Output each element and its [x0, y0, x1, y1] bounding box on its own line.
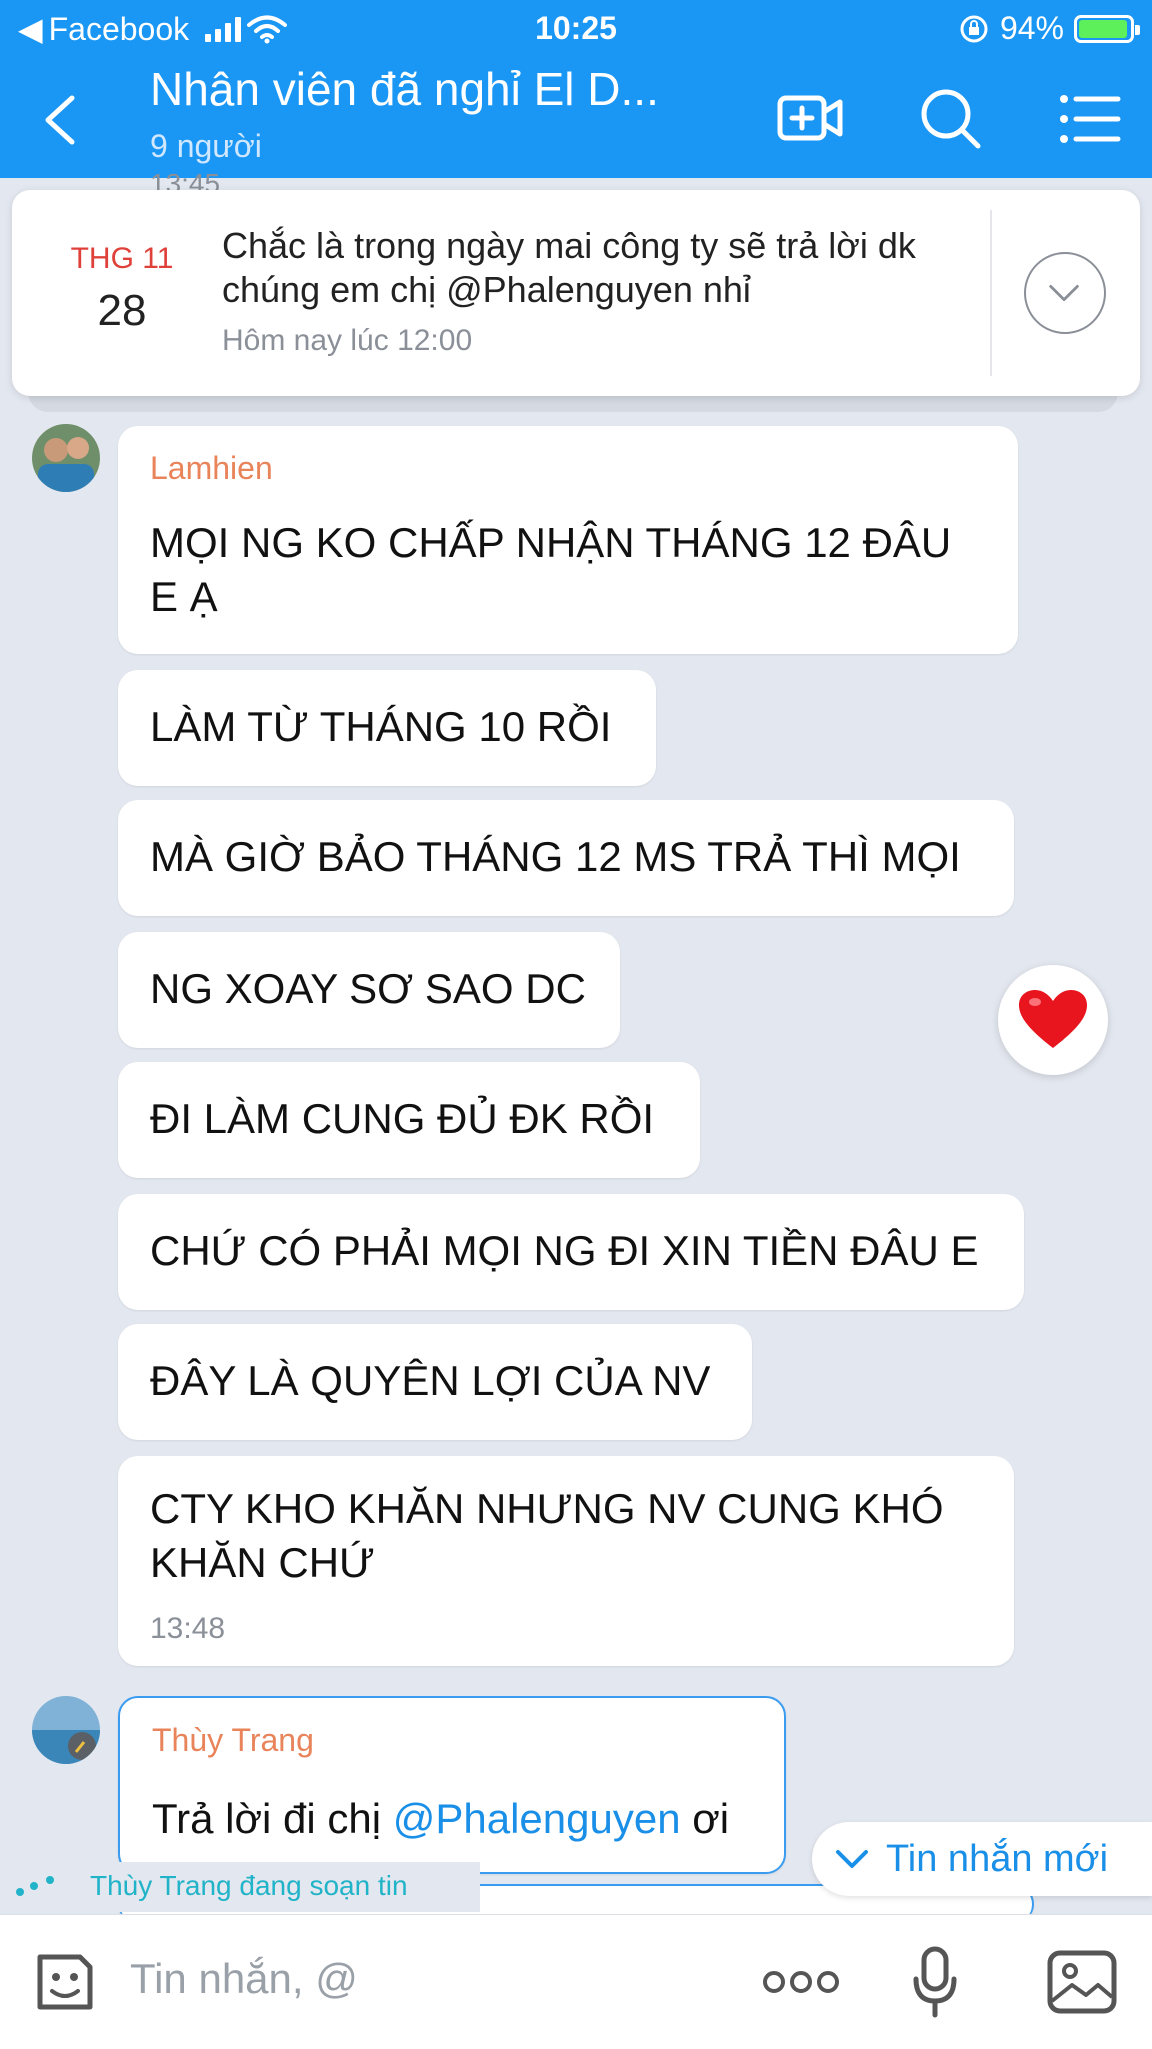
- message-text: ĐI LÀM CUNG ĐỦ ĐK RỒI: [150, 1095, 655, 1142]
- member-count[interactable]: 9 người: [150, 128, 262, 165]
- mention-link[interactable]: @Phalenguyen: [393, 1795, 681, 1842]
- heart-reaction-button[interactable]: [998, 965, 1108, 1075]
- rotation-lock-icon: [960, 15, 988, 42]
- status-bar: ◀ Facebook 10:25 94%: [0, 0, 1152, 56]
- message-text: CHỨ CÓ PHẢI MỌI NG ĐI XIN TIỀN ĐÂU E: [150, 1227, 979, 1274]
- avatar-lamhien[interactable]: [32, 424, 100, 492]
- typing-dots-icon: [16, 1876, 54, 1896]
- avatar-photo-icon: [32, 424, 100, 492]
- message-bubble[interactable]: MÀ GIỜ BẢO THÁNG 12 MS TRẢ THÌ MỌI: [118, 800, 1014, 916]
- microphone-icon[interactable]: [910, 1945, 960, 2021]
- new-messages-button[interactable]: Tin nhắn mới: [812, 1822, 1152, 1896]
- status-right: 94%: [958, 10, 1140, 47]
- new-messages-label: Tin nhắn mới: [886, 1837, 1109, 1880]
- message-bubble[interactable]: NG XOAY SƠ SAO DC: [118, 932, 620, 1048]
- message-text: NG XOAY SƠ SAO DC: [150, 965, 586, 1012]
- pinned-divider: [990, 210, 992, 376]
- message-text: ĐÂY LÀ QUYÊN LỢI CỦA NV: [150, 1357, 711, 1404]
- typing-indicator: Thùy Trang đang soạn tin: [0, 1862, 480, 1912]
- heart-icon: [1019, 990, 1087, 1048]
- message-bubble[interactable]: LÀM TỪ THÁNG 10 RỒI: [118, 670, 656, 786]
- message-text-prefix: Trả lời đi chị: [152, 1795, 393, 1842]
- message-text: CTY KHO KHĂN NHƯNG NV CUNG KHÓ KHĂN CHỨ: [150, 1485, 944, 1586]
- message-input[interactable]: Tin nhắn, @: [130, 1955, 690, 2003]
- message-bubble[interactable]: Lamhien MỌI NG KO CHẤP NHẬN THÁNG 12 ĐÂU…: [118, 426, 1018, 654]
- pinned-day: 28: [97, 286, 147, 335]
- message-bubble[interactable]: CHỨ CÓ PHẢI MỌI NG ĐI XIN TIỀN ĐÂU E: [118, 1194, 1024, 1310]
- chat-header: ◀ Facebook 10:25 94% Nhân viên đã nghỉ E…: [0, 0, 1152, 178]
- avatar-thuy-trang[interactable]: [32, 1696, 100, 1764]
- pinned-text: Chắc là trong ngày mai công ty sẽ trả lờ…: [222, 225, 916, 310]
- chat-title[interactable]: Nhân viên đã nghỉ El D...: [150, 62, 659, 116]
- menu-icon[interactable]: [1056, 84, 1126, 154]
- sender-name[interactable]: Thùy Trang: [152, 1722, 314, 1759]
- battery-icon: [1074, 14, 1140, 43]
- message-time: 13:48: [150, 1612, 226, 1645]
- message-bubble[interactable]: ĐI LÀM CUNG ĐỦ ĐK RỒI: [118, 1062, 700, 1178]
- avatar-photo-icon: [32, 1696, 100, 1764]
- sender-name[interactable]: Lamhien: [150, 450, 273, 487]
- video-call-icon[interactable]: [776, 84, 846, 154]
- search-icon[interactable]: [916, 84, 986, 154]
- message-text: Trả lời đi chị @Phalenguyen ơi: [152, 1792, 729, 1846]
- message-text: MỌI NG KO CHẤP NHẬN THÁNG 12 ĐÂU E Ạ: [150, 519, 952, 620]
- battery-percent: 94%: [999, 10, 1064, 46]
- back-arrow-icon[interactable]: [36, 90, 86, 150]
- message-text: LÀM TỪ THÁNG 10 RỒI: [150, 703, 612, 750]
- chevron-down-icon: [836, 1850, 868, 1868]
- typing-text: Thùy Trang đang soạn tin: [90, 1870, 408, 1901]
- message-bubble[interactable]: ĐÂY LÀ QUYÊN LỢI CỦA NV: [118, 1324, 752, 1440]
- message-composer: Tin nhắn, @: [0, 1914, 1152, 2049]
- more-icon[interactable]: [762, 1965, 840, 1999]
- image-icon[interactable]: [1046, 1949, 1118, 2015]
- message-text: MÀ GIỜ BẢO THÁNG 12 MS TRẢ THÌ MỌI: [150, 833, 961, 880]
- pinned-reminder-card[interactable]: THG 11 28 Chắc là trong ngày mai công ty…: [12, 190, 1140, 396]
- pinned-time: Hôm nay lúc 12:00: [222, 324, 473, 357]
- pinned-month: THG 11: [70, 242, 174, 275]
- sticker-icon[interactable]: [32, 1949, 98, 2015]
- message-text-suffix: ơi: [680, 1795, 730, 1842]
- chevron-down-icon[interactable]: [1024, 252, 1106, 334]
- message-bubble[interactable]: Thùy Trang Trả lời đi chị @Phalenguyen ơ…: [118, 1696, 786, 1874]
- message-bubble[interactable]: CTY KHO KHĂN NHƯNG NV CUNG KHÓ KHĂN CHỨ …: [118, 1456, 1014, 1666]
